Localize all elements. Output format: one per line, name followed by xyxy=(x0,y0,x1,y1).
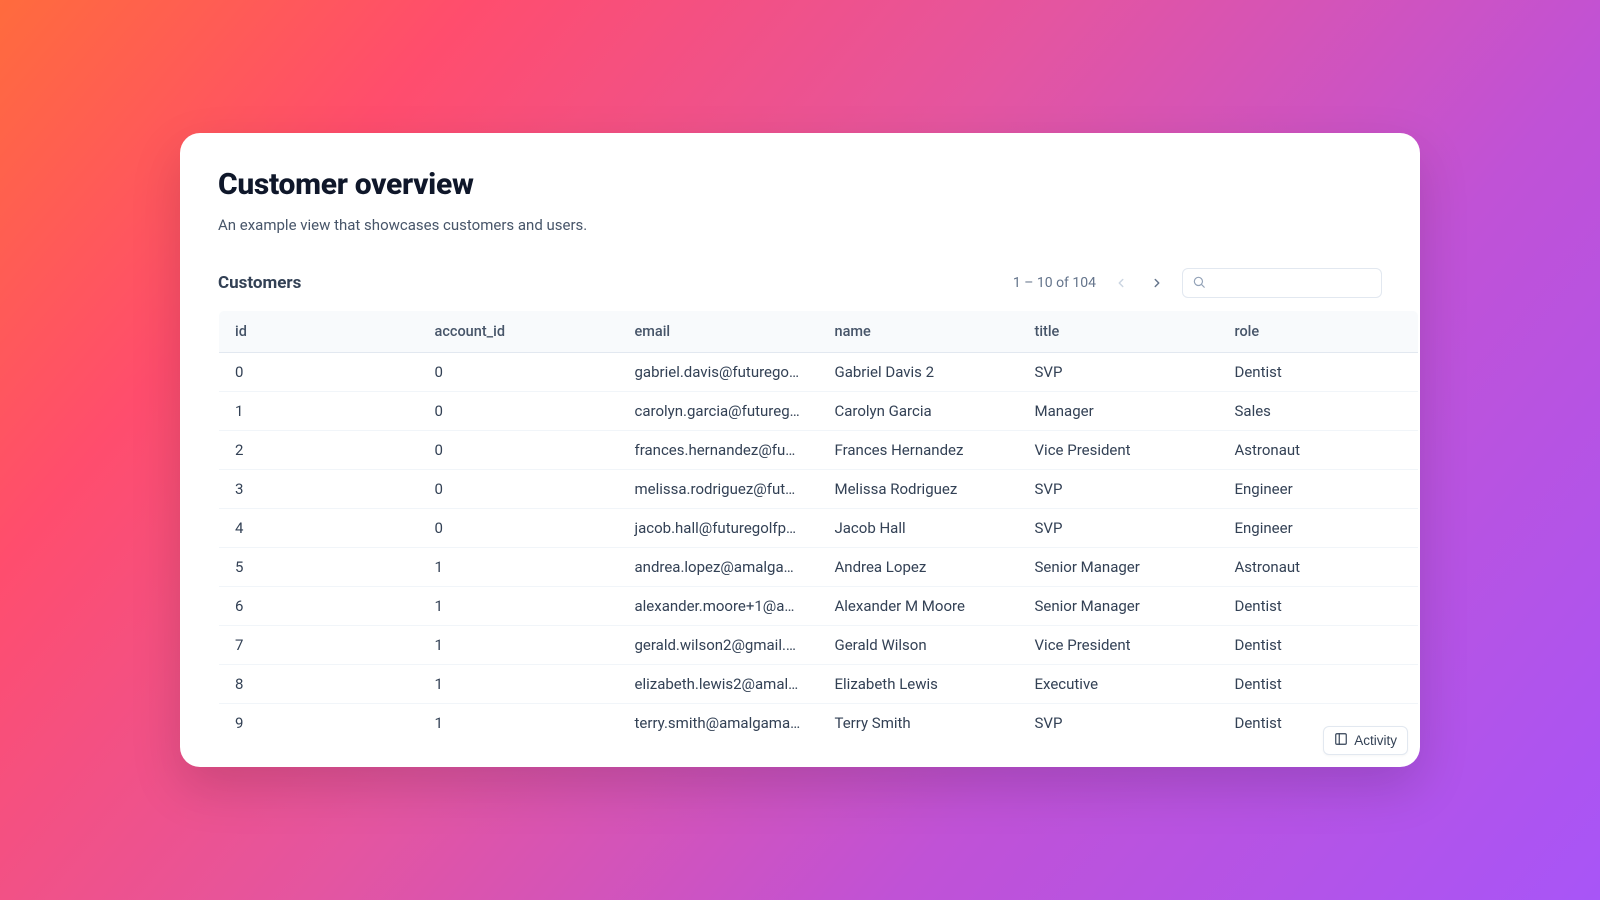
cell-name: Andrea Lopez xyxy=(819,548,1019,587)
cell-id: 8 xyxy=(219,665,419,704)
cell-name: Carolyn Garcia xyxy=(819,392,1019,431)
cell-role: Engineer xyxy=(1219,509,1419,548)
cell-title: SVP xyxy=(1019,704,1219,743)
cell-id: 2 xyxy=(219,431,419,470)
chevron-left-icon xyxy=(1114,276,1128,290)
cell-role: Engineer xyxy=(1219,470,1419,509)
cell-role: Astronaut xyxy=(1219,431,1419,470)
col-header-name[interactable]: name xyxy=(819,311,1019,353)
cell-name: Frances Hernandez xyxy=(819,431,1019,470)
cell-title: SVP xyxy=(1019,509,1219,548)
cell-role: Dentist xyxy=(1219,626,1419,665)
cell-id: 1 xyxy=(219,392,419,431)
cell-title: SVP xyxy=(1019,353,1219,392)
cell-account_id: 0 xyxy=(419,392,619,431)
cell-name: Jacob Hall xyxy=(819,509,1019,548)
table-row[interactable]: 81elizabeth.lewis2@amal…Elizabeth LewisE… xyxy=(219,665,1419,704)
table-row[interactable]: 91terry.smith@amalgama…Terry SmithSVPDen… xyxy=(219,704,1419,743)
page-next-button[interactable] xyxy=(1146,272,1168,294)
col-header-account-id[interactable]: account_id xyxy=(419,311,619,353)
cell-title: Vice President xyxy=(1019,626,1219,665)
table-row[interactable]: 20frances.hernandez@fu…Frances Hernandez… xyxy=(219,431,1419,470)
cell-id: 5 xyxy=(219,548,419,587)
pagination-label: 1 – 10 of 104 xyxy=(1013,275,1096,291)
col-header-title[interactable]: title xyxy=(1019,311,1219,353)
cell-account_id: 1 xyxy=(419,548,619,587)
cell-email: andrea.lopez@amalga… xyxy=(619,548,819,587)
col-header-email[interactable]: email xyxy=(619,311,819,353)
cell-title: SVP xyxy=(1019,470,1219,509)
cell-role: Dentist xyxy=(1219,587,1419,626)
cell-account_id: 0 xyxy=(419,509,619,548)
page-title: Customer overview xyxy=(218,167,1382,202)
cell-name: Melissa Rodriguez xyxy=(819,470,1019,509)
cell-role: Dentist xyxy=(1219,353,1419,392)
cell-title: Manager xyxy=(1019,392,1219,431)
cell-role: Astronaut xyxy=(1219,548,1419,587)
cell-role: Sales xyxy=(1219,392,1419,431)
cell-email: gerald.wilson2@gmail.… xyxy=(619,626,819,665)
activity-icon xyxy=(1334,732,1348,749)
cell-email: frances.hernandez@fu… xyxy=(619,431,819,470)
cell-email: elizabeth.lewis2@amal… xyxy=(619,665,819,704)
cell-account_id: 0 xyxy=(419,431,619,470)
cell-id: 9 xyxy=(219,704,419,743)
customers-table: id account_id email name title role 00ga… xyxy=(218,310,1419,743)
cell-name: Gabriel Davis 2 xyxy=(819,353,1019,392)
chevron-right-icon xyxy=(1150,276,1164,290)
overview-card: Customer overview An example view that s… xyxy=(180,133,1420,767)
cell-email: terry.smith@amalgama… xyxy=(619,704,819,743)
cell-id: 6 xyxy=(219,587,419,626)
cell-account_id: 1 xyxy=(419,587,619,626)
activity-label: Activity xyxy=(1354,733,1397,748)
cell-id: 7 xyxy=(219,626,419,665)
cell-email: gabriel.davis@futurego… xyxy=(619,353,819,392)
table-row[interactable]: 61alexander.moore+1@a…Alexander M MooreS… xyxy=(219,587,1419,626)
cell-email: alexander.moore+1@a… xyxy=(619,587,819,626)
page-prev-button[interactable] xyxy=(1110,272,1132,294)
table-controls: 1 – 10 of 104 xyxy=(1013,268,1382,298)
col-header-role[interactable]: role xyxy=(1219,311,1419,353)
page-subtitle: An example view that showcases customers… xyxy=(218,216,1382,234)
cell-id: 3 xyxy=(219,470,419,509)
table-row[interactable]: 10carolyn.garcia@futureg…Carolyn GarciaM… xyxy=(219,392,1419,431)
table-header-bar: Customers 1 – 10 of 104 xyxy=(218,268,1382,298)
cell-id: 4 xyxy=(219,509,419,548)
table-title: Customers xyxy=(218,273,301,293)
cell-email: jacob.hall@futuregolfp… xyxy=(619,509,819,548)
cell-title: Senior Manager xyxy=(1019,548,1219,587)
cell-title: Senior Manager xyxy=(1019,587,1219,626)
cell-name: Gerald Wilson xyxy=(819,626,1019,665)
cell-account_id: 1 xyxy=(419,626,619,665)
cell-account_id: 0 xyxy=(419,470,619,509)
cell-title: Executive xyxy=(1019,665,1219,704)
cell-role: Dentist xyxy=(1219,665,1419,704)
search-wrap xyxy=(1182,268,1382,298)
table-row[interactable]: 71gerald.wilson2@gmail.…Gerald WilsonVic… xyxy=(219,626,1419,665)
cell-email: melissa.rodriguez@fut… xyxy=(619,470,819,509)
cell-name: Terry Smith xyxy=(819,704,1019,743)
cell-id: 0 xyxy=(219,353,419,392)
table-row[interactable]: 00gabriel.davis@futurego…Gabriel Davis 2… xyxy=(219,353,1419,392)
activity-button[interactable]: Activity xyxy=(1323,726,1408,755)
cell-account_id: 0 xyxy=(419,353,619,392)
cell-account_id: 1 xyxy=(419,704,619,743)
col-header-id[interactable]: id xyxy=(219,311,419,353)
cell-account_id: 1 xyxy=(419,665,619,704)
table-header-row: id account_id email name title role xyxy=(219,311,1419,353)
table-row[interactable]: 51andrea.lopez@amalga…Andrea LopezSenior… xyxy=(219,548,1419,587)
cell-name: Elizabeth Lewis xyxy=(819,665,1019,704)
table-row[interactable]: 40jacob.hall@futuregolfp…Jacob HallSVPEn… xyxy=(219,509,1419,548)
table-row[interactable]: 30melissa.rodriguez@fut…Melissa Rodrigue… xyxy=(219,470,1419,509)
cell-title: Vice President xyxy=(1019,431,1219,470)
search-input[interactable] xyxy=(1182,268,1382,298)
cell-email: carolyn.garcia@futureg… xyxy=(619,392,819,431)
cell-name: Alexander M Moore xyxy=(819,587,1019,626)
